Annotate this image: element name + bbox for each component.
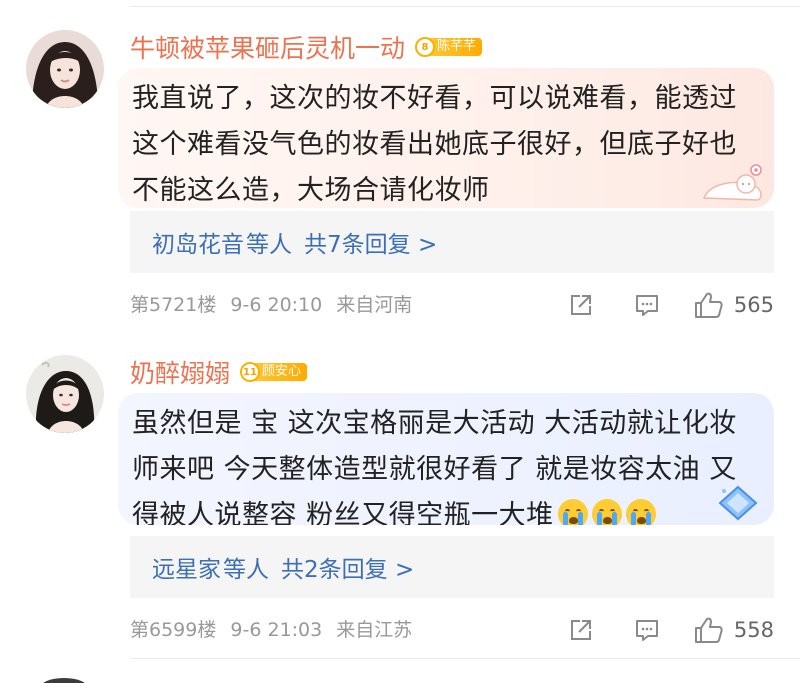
share-button[interactable] bbox=[568, 292, 594, 318]
fan-badge[interactable]: 11 顾安心 bbox=[240, 361, 308, 383]
badge-level: 11 bbox=[240, 362, 261, 382]
top-divider bbox=[130, 6, 800, 7]
comment-icon bbox=[634, 292, 660, 318]
comment-meta: 第6599楼 9-6 21:03 来自江苏 bbox=[130, 615, 412, 645]
bottom-divider bbox=[130, 658, 800, 659]
like-button[interactable]: 565 bbox=[694, 291, 774, 319]
reply-button[interactable] bbox=[634, 617, 660, 643]
comment-actions: 565 bbox=[568, 290, 774, 320]
comment-bubble: 我直说了，这次的妆不好看，可以说难看，能透过这个难看没气色的妆看出她底子很好，但… bbox=[118, 68, 774, 208]
share-button[interactable] bbox=[568, 617, 594, 643]
thumbs-up-icon bbox=[694, 291, 724, 319]
thumbs-up-icon bbox=[694, 616, 724, 644]
avatar[interactable] bbox=[26, 30, 104, 108]
crying-emoji bbox=[591, 499, 622, 525]
comment-actions: 558 bbox=[568, 615, 774, 645]
share-icon bbox=[568, 617, 594, 643]
reply-suffix: 等人 bbox=[246, 232, 292, 258]
comment-meta: 第5721楼 9-6 20:10 来自河南 bbox=[130, 290, 412, 320]
badge-level: 8 bbox=[415, 37, 436, 57]
reply-names[interactable]: 初岛花音 bbox=[152, 225, 244, 259]
comment-time: 9-6 21:03 bbox=[230, 619, 323, 641]
cat-decoration bbox=[700, 162, 766, 206]
like-count: 565 bbox=[733, 293, 774, 317]
comment-location: 来自江苏 bbox=[336, 619, 413, 641]
reply-names[interactable]: 远星家 bbox=[152, 550, 221, 584]
comment-text: 我直说了，这次的妆不好看，可以说难看，能透过这个难看没气色的妆看出她底子很好，但… bbox=[132, 83, 737, 206]
share-icon bbox=[568, 292, 594, 318]
reply-button[interactable] bbox=[634, 292, 660, 318]
like-button[interactable]: 558 bbox=[694, 616, 774, 644]
fan-badge[interactable]: 8 陈芊芊 bbox=[415, 36, 483, 58]
reply-suffix: 等人 bbox=[223, 557, 269, 583]
floor-number: 第6599楼 bbox=[130, 619, 217, 641]
reply-count-link[interactable]: 共7条回复 > bbox=[304, 225, 437, 259]
username-text[interactable]: 奶醉嫋嫋 bbox=[130, 354, 230, 390]
comment-location: 来自河南 bbox=[336, 294, 413, 316]
username[interactable]: 牛顿被苹果砸后灵机一动 8 陈芊芊 bbox=[130, 29, 483, 65]
crying-emoji bbox=[625, 499, 656, 525]
floor-number: 第5721楼 bbox=[130, 294, 217, 316]
reply-summary[interactable]: 远星家 等人 共2条回复 > bbox=[130, 536, 774, 598]
comment-text: 虽然但是 宝 这次宝格丽是大活动 大活动就让化妆师来吧 今天整体造型就很好看了 … bbox=[132, 401, 760, 525]
comment-icon bbox=[634, 617, 660, 643]
comment-time: 9-6 20:10 bbox=[230, 294, 323, 316]
username[interactable]: 奶醉嫋嫋 11 顾安心 bbox=[130, 354, 308, 390]
username-text[interactable]: 牛顿被苹果砸后灵机一动 bbox=[130, 29, 405, 65]
diamond-decoration bbox=[716, 483, 760, 525]
next-comment-avatar[interactable] bbox=[40, 678, 88, 683]
comment-bubble: 虽然但是 宝 这次宝格丽是大活动 大活动就让化妆师来吧 今天整体造型就很好看了 … bbox=[118, 393, 774, 525]
reply-summary[interactable]: 初岛花音 等人 共7条回复 > bbox=[130, 211, 774, 273]
like-count: 558 bbox=[733, 618, 774, 642]
crying-emoji bbox=[557, 499, 588, 525]
reply-count-link[interactable]: 共2条回复 > bbox=[281, 550, 414, 584]
avatar[interactable] bbox=[26, 355, 104, 433]
